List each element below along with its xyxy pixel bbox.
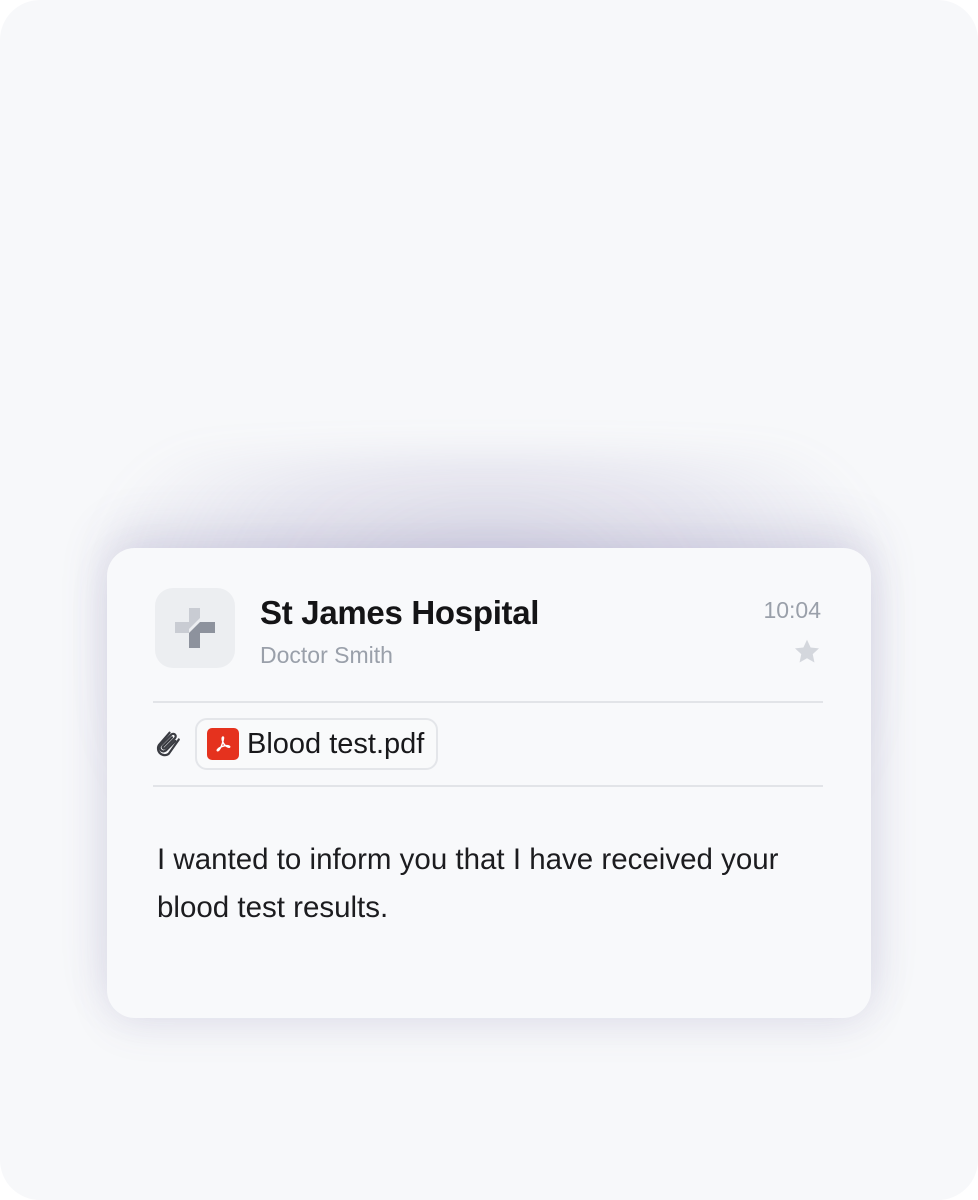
pdf-icon — [207, 728, 239, 760]
medical-cross-icon — [175, 608, 215, 648]
page-background: St James Hospital Doctor Smith 10:04 Blo… — [0, 0, 978, 1200]
attachment-chip[interactable]: Blood test.pdf — [195, 718, 439, 770]
attachment-divider — [153, 785, 823, 787]
avatar — [155, 588, 235, 668]
message-card[interactable]: St James Hospital Doctor Smith 10:04 Blo… — [107, 548, 871, 1018]
star-icon[interactable] — [791, 636, 823, 668]
sender-name: St James Hospital — [260, 594, 540, 631]
message-body: I wanted to inform you that I have recei… — [157, 843, 779, 924]
header-divider — [153, 701, 823, 703]
attachment-file-name: Blood test.pdf — [247, 727, 425, 760]
sender-subtitle: Doctor Smith — [260, 642, 393, 668]
paperclip-icon — [156, 731, 180, 757]
message-time: 10:04 — [763, 597, 821, 623]
